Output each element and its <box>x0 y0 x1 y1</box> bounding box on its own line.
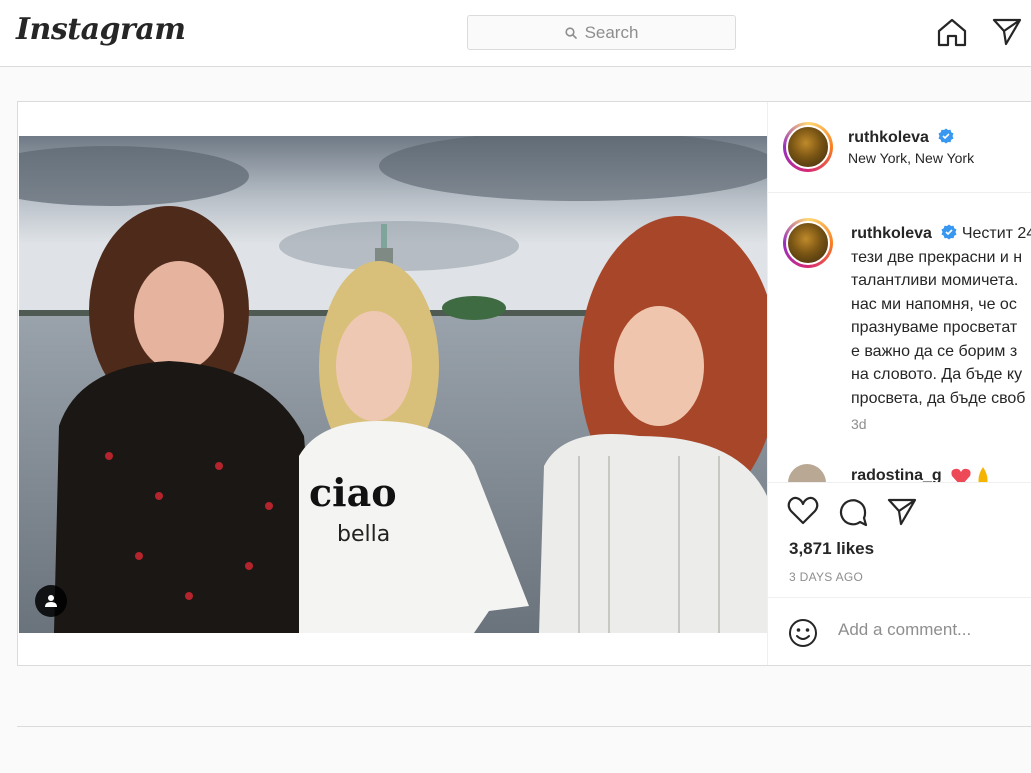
smiley-icon[interactable] <box>788 618 818 648</box>
comment-input[interactable]: Add a comment... <box>838 620 971 640</box>
location-link[interactable]: New York, New York <box>848 150 974 166</box>
post-timestamp[interactable]: 3 DAYS AGO <box>789 570 863 584</box>
commenter-avatar[interactable] <box>788 464 826 482</box>
caption-avatar[interactable] <box>783 218 833 268</box>
post-caption: ruthkoleva Честит 24 тези две прекрасни … <box>851 222 1031 410</box>
top-nav-bar: Instagram Search <box>0 0 1031 67</box>
paper-plane-icon[interactable] <box>991 16 1023 48</box>
comment-composer: Add a comment... <box>768 597 1031 665</box>
heart-emoji-icon <box>951 468 971 482</box>
search-placeholder: Search <box>584 22 639 42</box>
commenter-username[interactable]: radostina_g <box>851 467 942 482</box>
search-box[interactable]: Search <box>467 15 736 50</box>
post-side-panel: ruthkoleva New York, New York ruthkoleva… <box>767 102 1031 665</box>
search-icon <box>564 26 577 39</box>
flame-emoji-icon <box>978 467 988 482</box>
caption-line: просвета, да бъде своб <box>851 389 1026 407</box>
caption-line: е важно да се борим з <box>851 342 1018 360</box>
verified-badge-icon <box>938 128 954 144</box>
post-actions: 3,871 likes 3 DAYS AGO <box>768 482 1031 597</box>
home-icon[interactable] <box>936 16 968 48</box>
caption-username[interactable]: ruthkoleva <box>851 225 932 242</box>
comment-row: radostina_g <box>788 464 1031 482</box>
instagram-logo[interactable]: Instagram <box>16 12 186 47</box>
svg-text:ciao: ciao <box>309 470 397 515</box>
photo-illustration: ciao bella <box>19 136 767 633</box>
svg-text:bella: bella <box>337 522 390 547</box>
caption-timestamp[interactable]: 3d <box>851 416 867 432</box>
paper-plane-icon[interactable] <box>886 496 918 528</box>
user-tags-button[interactable] <box>35 585 67 617</box>
post-card: ciao bella ruthkoleva New York, New York… <box>17 101 1031 666</box>
caption-line: тези две прекрасни и н <box>851 248 1023 266</box>
post-header: ruthkoleva New York, New York <box>768 102 1031 193</box>
username-link[interactable]: ruthkoleva <box>848 129 929 146</box>
heart-icon[interactable] <box>787 496 819 526</box>
post-author: ruthkoleva New York, New York <box>848 128 974 166</box>
caption-line: Честит 24 <box>961 225 1031 242</box>
comment-bubble-icon[interactable] <box>837 496 869 528</box>
avatar[interactable] <box>783 122 833 172</box>
post-photo[interactable]: ciao bella <box>19 136 767 633</box>
likes-count[interactable]: 3,871 likes <box>789 539 874 559</box>
caption-line: талантливи момичета. <box>851 272 1019 289</box>
caption-line: на словото. Да бъде ку <box>851 366 1023 383</box>
footer-divider <box>17 726 1031 727</box>
verified-badge-icon <box>941 224 957 240</box>
caption-line: празнуваме просветат <box>851 319 1018 336</box>
caption-line: нас ми напомня, че ос <box>851 295 1017 313</box>
user-tag-icon <box>45 595 57 607</box>
